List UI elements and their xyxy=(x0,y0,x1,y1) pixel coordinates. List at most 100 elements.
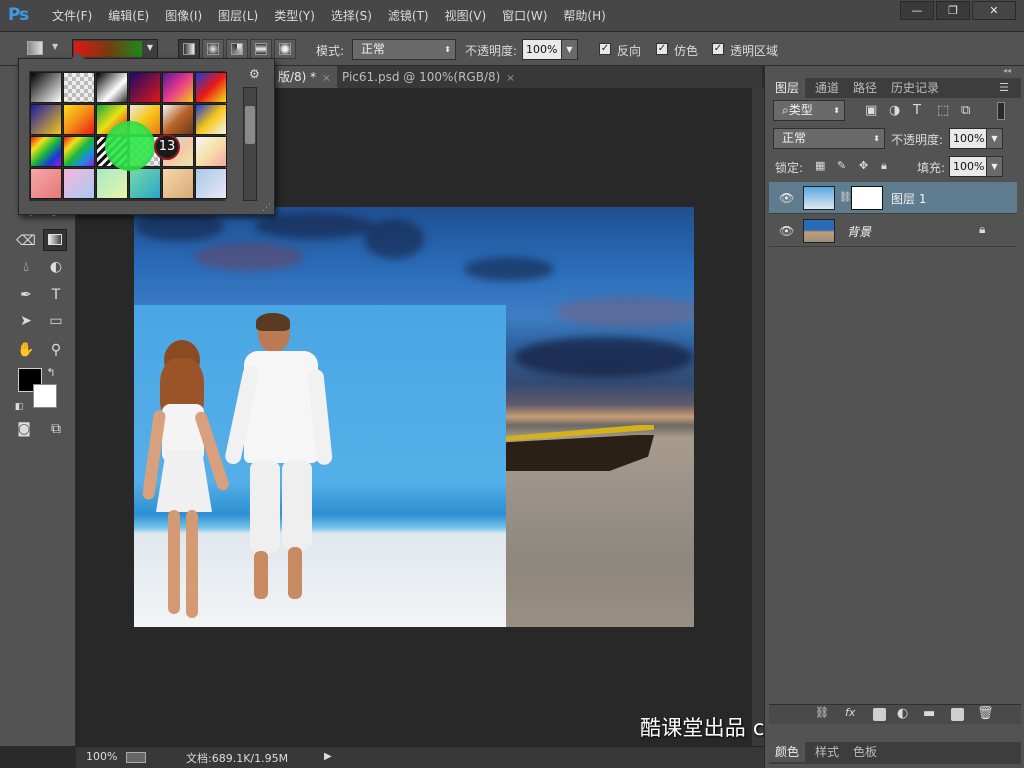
gradient-preset-8[interactable] xyxy=(63,104,95,135)
link-icon[interactable]: ⛓ xyxy=(839,192,852,203)
gradient-preset-24[interactable] xyxy=(195,168,227,199)
gradient-preset-14[interactable] xyxy=(63,136,95,167)
tab-channels[interactable]: 通道 xyxy=(809,78,845,98)
gradient-preset-7[interactable] xyxy=(30,104,62,135)
scrollbar-thumb[interactable] xyxy=(245,106,255,144)
layer-opacity-dropdown[interactable]: ▼ xyxy=(986,128,1003,149)
tab-history[interactable]: 历史记录 xyxy=(885,78,945,98)
close-button[interactable]: ✕ xyxy=(972,1,1016,20)
tab-color[interactable]: 颜色 xyxy=(769,742,806,762)
path-select-tool-icon[interactable]: ➤ xyxy=(14,310,38,332)
swap-colors-icon[interactable]: ↰ xyxy=(44,362,58,384)
panel-menu-icon[interactable]: ☰ xyxy=(999,81,1009,94)
type-filter-icon[interactable]: T xyxy=(913,103,921,118)
zoom-tool-icon[interactable]: ⚲ xyxy=(44,339,68,361)
reverse-checkbox[interactable]: ✓ xyxy=(599,43,611,55)
menu-edit[interactable]: 编辑(E) xyxy=(100,0,157,32)
gradient-preset-3[interactable] xyxy=(96,72,128,103)
blur-tool-icon[interactable]: 💧︎ xyxy=(14,256,38,278)
add-mask-icon[interactable] xyxy=(873,708,886,721)
lock-position-icon[interactable]: ✥ xyxy=(859,159,868,172)
minimize-button[interactable]: — xyxy=(900,1,934,20)
status-menu-arrow-icon[interactable]: ▶ xyxy=(324,751,332,762)
gradient-preset-21[interactable] xyxy=(96,168,128,199)
fill-dropdown[interactable]: ▼ xyxy=(986,156,1003,177)
shape-filter-icon[interactable]: ⬚ xyxy=(937,103,949,118)
eye-icon[interactable]: 👁︎ xyxy=(779,191,794,205)
filter-toggle[interactable] xyxy=(997,102,1005,120)
close-icon[interactable]: × xyxy=(322,73,330,84)
lock-pixels-icon[interactable]: ✎ xyxy=(837,159,846,172)
new-layer-icon[interactable] xyxy=(951,708,964,721)
background-color-swatch[interactable] xyxy=(33,384,57,408)
dodge-tool-icon[interactable]: ◐ xyxy=(44,256,68,278)
gradient-picker-scrollbar[interactable] xyxy=(243,87,257,201)
menu-filter[interactable]: 滤镜(T) xyxy=(380,0,437,32)
gradient-preset-4[interactable] xyxy=(129,72,161,103)
gradient-preset-19[interactable] xyxy=(30,168,62,199)
layer-name[interactable]: 图层 1 xyxy=(891,190,926,207)
new-group-icon[interactable]: ▬ xyxy=(923,706,935,721)
tool-preset-picker[interactable]: ▼ xyxy=(27,39,65,59)
tab-current-document[interactable]: 版/8) * × xyxy=(272,66,337,88)
gradient-preset-22[interactable] xyxy=(129,168,161,199)
collapse-panel-icon[interactable]: ◂◂ xyxy=(995,66,1019,75)
layer-filter-select[interactable]: ⌕类型 ⬍ xyxy=(773,100,845,121)
gradient-preset-5[interactable] xyxy=(162,72,194,103)
gear-icon[interactable]: ⚙ xyxy=(249,67,260,81)
gradient-preset-12[interactable] xyxy=(195,104,227,135)
menu-help[interactable]: 帮助(H) xyxy=(555,0,613,32)
menu-window[interactable]: 窗口(W) xyxy=(494,0,555,32)
menu-image[interactable]: 图像(I) xyxy=(157,0,210,32)
default-colors-icon[interactable]: ◧ xyxy=(12,396,26,418)
gradient-preset-23[interactable] xyxy=(162,168,194,199)
resize-grip-icon[interactable]: ⋰ xyxy=(262,203,271,213)
tab-layers[interactable]: 图层 xyxy=(769,78,806,98)
menu-view[interactable]: 视图(V) xyxy=(437,0,495,32)
link-layers-icon[interactable]: ⛓ xyxy=(815,706,829,719)
tab-swatches[interactable]: 色板 xyxy=(847,742,883,762)
tab-paths[interactable]: 路径 xyxy=(847,78,883,98)
tab-pic61[interactable]: Pic61.psd @ 100%(RGB/8) × xyxy=(336,66,521,88)
gradient-preset-11[interactable] xyxy=(162,104,194,135)
gradient-tool-icon[interactable] xyxy=(43,229,67,251)
mode-select[interactable]: 正常 ⬍ xyxy=(352,39,456,60)
restore-button[interactable]: ❐ xyxy=(936,1,970,20)
vertical-scrollbar[interactable] xyxy=(752,88,764,746)
layer-row-layer1[interactable]: 👁︎ ⛓ 图层 1 xyxy=(769,182,1017,214)
angle-gradient-button[interactable] xyxy=(226,39,248,59)
canvas-image[interactable] xyxy=(134,207,694,627)
opacity-dropdown-button[interactable]: ▼ xyxy=(561,39,578,60)
lock-all-icon[interactable]: 🔒︎ xyxy=(881,159,887,173)
layer-mask-thumbnail[interactable] xyxy=(851,186,883,210)
fill-field[interactable]: 100% xyxy=(949,156,987,177)
dither-checkbox[interactable]: ✓ xyxy=(656,43,668,55)
gradient-preset-6[interactable] xyxy=(195,72,227,103)
transparency-checkbox[interactable]: ✓ xyxy=(712,43,724,55)
zoom-level[interactable]: 100% xyxy=(86,750,117,763)
adjustment-layer-icon[interactable]: ◐ xyxy=(897,706,908,721)
reflected-gradient-button[interactable] xyxy=(250,39,272,59)
layer-name[interactable]: 背景 xyxy=(847,223,871,240)
delete-layer-icon[interactable]: 🗑︎ xyxy=(977,706,994,721)
gradient-preset-13[interactable] xyxy=(30,136,62,167)
quick-mask-icon[interactable]: ◙ xyxy=(12,418,36,440)
tab-styles[interactable]: 样式 xyxy=(809,742,845,762)
gradient-preset-1[interactable] xyxy=(30,72,62,103)
pen-tool-icon[interactable]: ✒ xyxy=(14,284,38,306)
menu-select[interactable]: 选择(S) xyxy=(323,0,380,32)
linear-gradient-button[interactable] xyxy=(178,39,200,59)
fx-icon[interactable]: fx xyxy=(845,706,855,719)
screen-mode-icon[interactable]: ⧉ xyxy=(44,418,68,440)
image-filter-icon[interactable]: ▣ xyxy=(865,103,877,118)
menu-layer[interactable]: 图层(L) xyxy=(210,0,266,32)
diamond-gradient-button[interactable] xyxy=(274,39,296,59)
layer-opacity-field[interactable]: 100% xyxy=(949,128,987,149)
gradient-preset-20[interactable] xyxy=(63,168,95,199)
close-icon[interactable]: × xyxy=(506,73,514,84)
menu-file[interactable]: 文件(F) xyxy=(44,0,100,32)
gradient-preset-2[interactable] xyxy=(63,72,95,103)
eye-icon[interactable]: 👁︎ xyxy=(779,224,794,238)
adjustment-filter-icon[interactable]: ◑ xyxy=(889,103,900,118)
hand-tool-icon[interactable]: ✋ xyxy=(14,339,38,361)
